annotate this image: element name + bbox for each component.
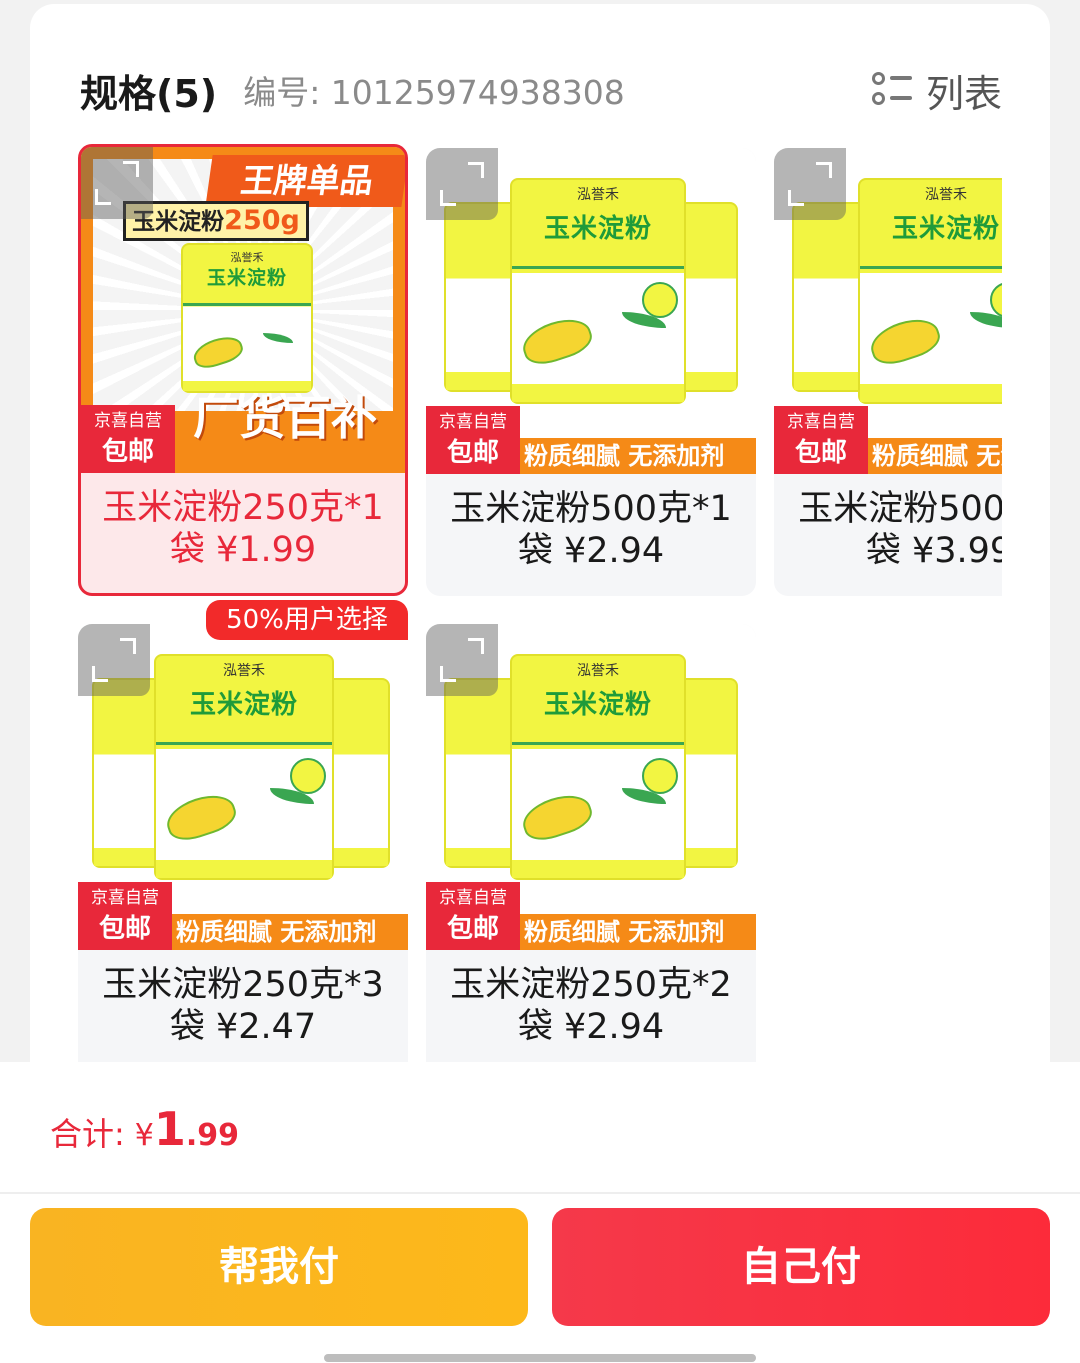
promo-strip: 京喜自营 包邮 粉质细腻 无添加剂 xyxy=(78,882,408,950)
image-slogan: 厂货百补 xyxy=(193,391,377,445)
expand-image-icon[interactable] xyxy=(426,624,498,696)
expand-image-icon[interactable] xyxy=(426,148,498,220)
total-label: 合计: xyxy=(50,1115,125,1153)
home-indicator[interactable] xyxy=(324,1354,756,1362)
pay-myself-button[interactable]: 自己付 xyxy=(552,1208,1050,1326)
spec-option-label: 玉米淀粉250克*2袋 ¥2.94 xyxy=(450,965,732,1047)
promo-text: 粉质细腻 无添加剂 xyxy=(524,442,725,470)
divider xyxy=(0,1192,1080,1194)
product-code: 编号: 10125974938308 xyxy=(243,73,625,112)
spec-option-card[interactable]: 泓誉禾 玉米淀粉 京喜自营 包邮 粉质细腻 无添加剂 玉米淀粉5 xyxy=(426,148,756,596)
spec-option-label: 玉米淀粉500克*1袋 ¥2.94 xyxy=(450,489,732,571)
spec-option-card[interactable]: 泓誉禾 玉米淀粉 京喜自营 包邮 粉质细腻 无添加剂 玉米淀粉2 xyxy=(426,624,756,1064)
spec-option-card[interactable]: 泓誉禾 玉米淀粉 京喜自营 包邮 粉质细腻 无添加剂 玉米淀粉5 xyxy=(774,148,1002,596)
spec-option-label: 玉米淀粉250克*1袋 ¥1.99 xyxy=(102,488,384,570)
list-view-toggle[interactable]: 列表 xyxy=(871,63,1002,118)
expand-image-icon[interactable] xyxy=(81,147,153,219)
popular-choice-tag: 50%用户选择 xyxy=(206,600,408,640)
currency-symbol: ¥ xyxy=(134,1118,154,1153)
spec-header: 规格(5) 编号: 10125974938308 列表 xyxy=(80,62,1002,118)
promo-strip: 京喜自营 包邮 粉质细腻 无添加剂 xyxy=(426,882,756,950)
total-decimal: .99 xyxy=(185,1118,240,1153)
total-price: 合计: ¥ 1 .99 xyxy=(50,1102,239,1156)
expand-image-icon[interactable] xyxy=(78,624,150,696)
jd-selfrun-badge: 京喜自营 包邮 xyxy=(774,406,868,474)
promo-text: 粉质细腻 无添加剂 xyxy=(524,918,725,946)
jd-selfrun-badge: 京喜自营 包邮 xyxy=(81,405,175,473)
checkout-footer: 合计: ¥ 1 .99 帮我付 自己付 xyxy=(0,1062,1080,1363)
spec-option-label: 玉米淀粉250克*3袋 ¥2.47 xyxy=(102,965,384,1047)
spec-title: 规格(5) xyxy=(80,71,218,116)
product-bag-graphic: 泓誉禾 玉米淀粉 xyxy=(858,178,1002,404)
spec-option-card[interactable]: 泓誉禾 玉米淀粉 京喜自营 包邮 粉质细腻 无添加剂 玉米淀粉2 xyxy=(78,624,408,1064)
list-view-label: 列表 xyxy=(925,71,1002,116)
image-banner: 王牌单品 xyxy=(205,155,405,207)
spec-option-label: 玉米淀粉500克*1袋 ¥3.99 xyxy=(798,489,1002,571)
promo-strip: 京喜自营 包邮 xyxy=(81,405,175,473)
jd-selfrun-badge: 京喜自营 包邮 xyxy=(426,882,520,950)
expand-image-icon[interactable] xyxy=(774,148,846,220)
total-integer: 1 xyxy=(153,1102,186,1156)
promo-text: 粉质细腻 无添加剂 xyxy=(176,918,377,946)
spec-sheet: 规格(5) 编号: 10125974938308 列表 王牌单品 玉米淀粉250… xyxy=(30,4,1050,1164)
help-me-pay-button[interactable]: 帮我付 xyxy=(30,1208,528,1326)
product-bag-graphic: 泓誉禾 玉米淀粉 xyxy=(154,654,334,880)
product-bag-graphic: 泓誉禾 玉米淀粉 xyxy=(510,178,686,404)
spec-option-card[interactable]: 王牌单品 玉米淀粉250g 泓誉禾 玉米淀粉 厂货百补 京喜自营 包邮 玉米淀粉… xyxy=(78,144,408,596)
jd-selfrun-badge: 京喜自营 包邮 xyxy=(426,406,520,474)
jd-selfrun-badge: 京喜自营 包邮 xyxy=(78,882,172,950)
product-bag-graphic: 泓誉禾 玉米淀粉 xyxy=(510,654,686,880)
product-bag-graphic: 泓誉禾 玉米淀粉 xyxy=(181,243,313,393)
promo-strip: 京喜自营 包邮 粉质细腻 无添加剂 xyxy=(774,406,1002,474)
promo-strip: 京喜自营 包邮 粉质细腻 无添加剂 xyxy=(426,406,756,474)
promo-text: 粉质细腻 无添加剂 xyxy=(872,442,1002,470)
list-view-icon xyxy=(871,70,912,110)
